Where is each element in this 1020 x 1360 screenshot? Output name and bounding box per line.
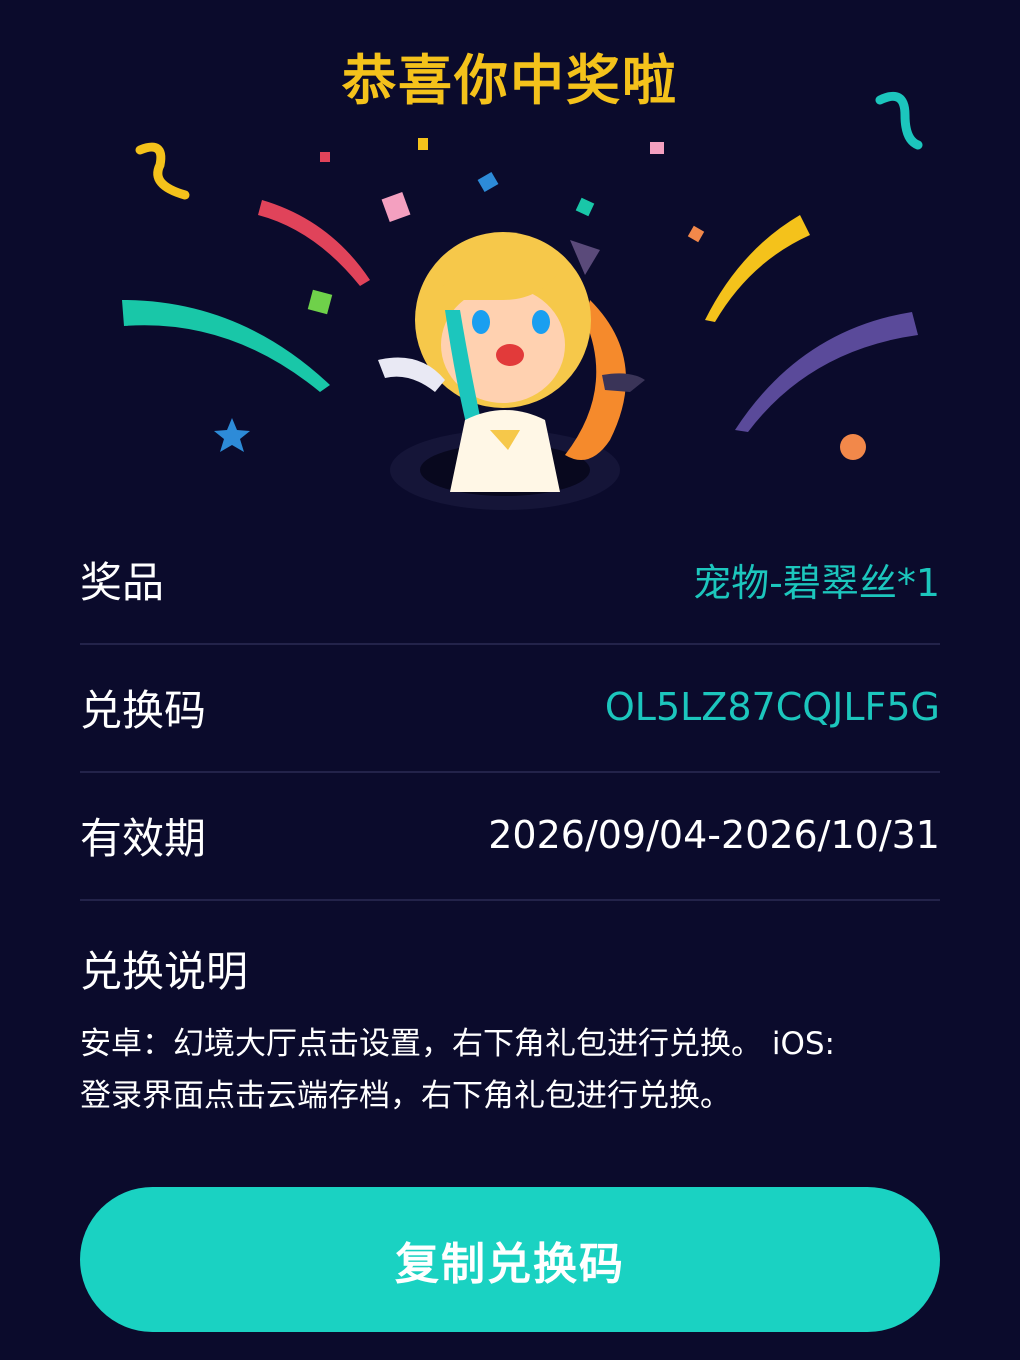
prize-row: 奖品 宠物-碧翠丝*1	[80, 515, 940, 645]
redeem-code-label: 兑换码	[80, 685, 207, 735]
copy-code-button[interactable]: 复制兑换码	[80, 1187, 940, 1332]
redeem-code-value[interactable]: OL5LZ87CQJLF5G	[605, 685, 940, 729]
instructions-text: 安卓：幻境大厅点击设置，右下角礼包进行兑换。 iOS: 登录界面点击云端存档，右…	[80, 1018, 940, 1122]
validity-label: 有效期	[80, 813, 207, 863]
validity-value: 2026/09/04-2026/10/31	[488, 813, 940, 857]
instructions-line-1: 安卓：幻境大厅点击设置，右下角礼包进行兑换。 iOS:	[80, 1026, 835, 1062]
redeem-code-row: 兑换码 OL5LZ87CQJLF5G	[80, 643, 940, 773]
celebration-illustration	[122, 91, 923, 510]
instructions-title: 兑换说明	[80, 947, 249, 996]
prize-value: 宠物-碧翠丝*1	[693, 560, 940, 605]
validity-row: 有效期 2026/09/04-2026/10/31	[80, 771, 940, 901]
prize-label: 奖品	[80, 557, 165, 607]
instructions-line-2: 登录界面点击云端存档，右下角礼包进行兑换。	[80, 1078, 731, 1114]
